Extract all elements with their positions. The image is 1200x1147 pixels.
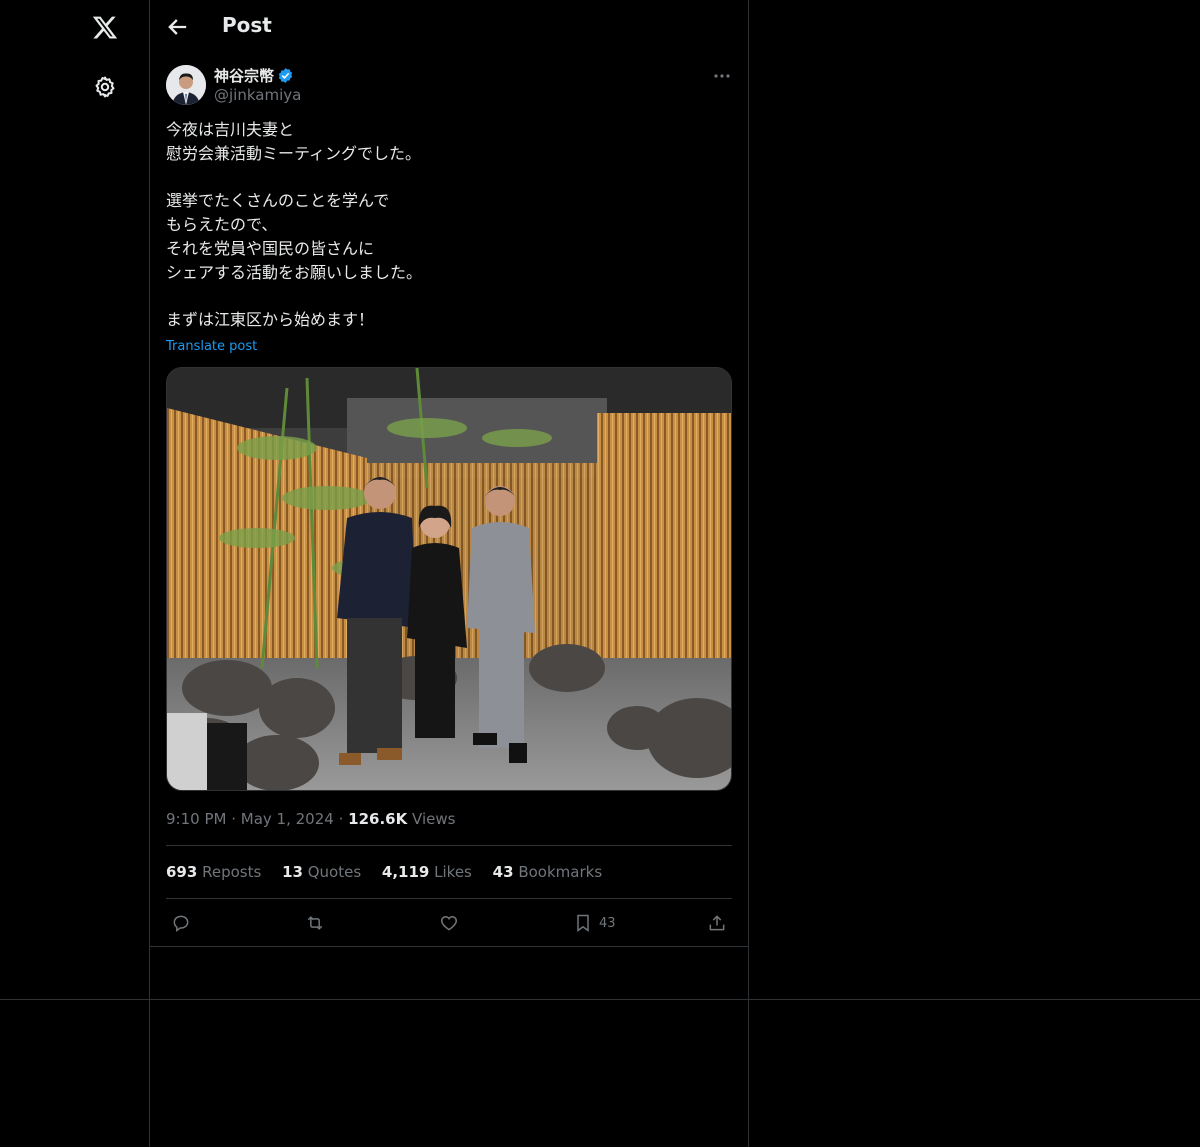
page-title: Post [222,13,272,37]
likes-stat[interactable]: 4,119 Likes [382,863,472,881]
action-bar: 43 [166,908,732,938]
post-line: もらえたので、 [166,215,278,234]
divider [150,946,748,947]
post-photo[interactable] [166,367,732,791]
post-line: シェアする活動をお願いしました。 [166,263,423,282]
reply-button[interactable] [171,908,191,938]
post-header: Post [150,0,748,54]
x-logo-icon[interactable] [91,14,119,41]
author-name[interactable]: 神谷宗幣 [214,65,274,86]
share-button[interactable] [707,908,727,938]
post-date[interactable]: May 1, 2024 [241,810,334,828]
more-dots-icon[interactable] [712,66,732,86]
bookmark-count: 43 [599,915,616,931]
like-button[interactable] [439,908,459,938]
post-time[interactable]: 9:10 PM [166,810,226,828]
author-handle[interactable]: @jinkamiya [214,86,301,104]
gear-icon[interactable] [93,75,117,99]
avatar[interactable] [166,65,206,105]
arrow-left-icon[interactable] [164,13,192,41]
bottom-divider [0,999,1200,1000]
bookmark-button[interactable]: 43 [573,908,616,938]
repost-icon [307,916,323,930]
reply-icon [173,915,189,932]
left-column-divider [149,0,150,1147]
translate-post-link[interactable]: Translate post [166,339,257,354]
quotes-stat[interactable]: 13 Quotes [282,863,361,881]
heart-icon [440,915,458,931]
verified-badge-icon [278,68,293,83]
divider [166,845,732,846]
post-line: まずは江東区から始めます！ [166,310,375,329]
divider [166,898,732,899]
views-count: 126.6K [348,810,408,828]
repost-button[interactable] [305,908,325,938]
post-line: それを党員や国民の皆さんに [166,239,375,258]
post-stats: 693 Reposts 13 Quotes 4,119 Likes 43 Boo… [166,863,618,881]
post-line: 選挙でたくさんのことを学んで [166,191,390,210]
share-icon [709,915,725,931]
post-meta: 9:10 PM · May 1, 2024 · 126.6K Views [166,810,456,828]
reposts-stat[interactable]: 693 Reposts [166,863,261,881]
views-label: Views [412,810,456,828]
bookmark-icon [577,914,589,932]
post-line: 慰労会兼活動ミーティングでした。 [166,144,422,163]
bookmarks-stat[interactable]: 43 Bookmarks [493,863,602,881]
post-line: 今夜は吉川夫妻と [166,120,295,139]
post-text: 今夜は吉川夫妻と 慰労会兼活動ミーティングでした。 選挙でたくさんのことを学んで… [166,118,726,332]
right-column-divider [748,0,749,1147]
